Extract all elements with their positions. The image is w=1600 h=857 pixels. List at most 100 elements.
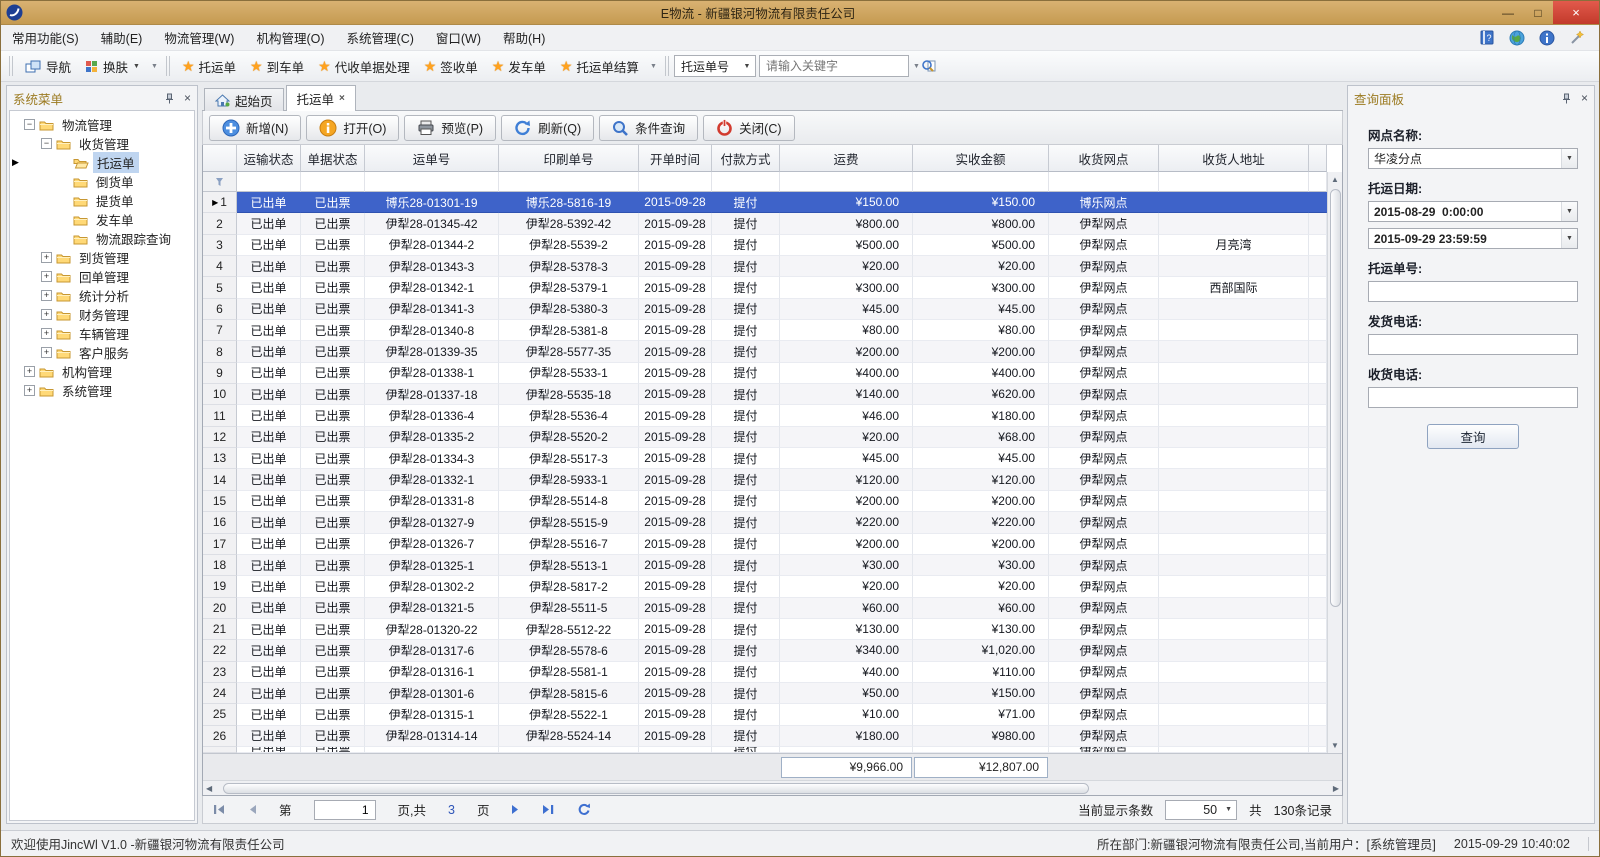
vertical-scrollbar[interactable]: ▲ ▼ (1327, 172, 1342, 753)
filter-cell[interactable] (301, 172, 365, 192)
tree-item[interactable]: 物流跟踪查询 (10, 229, 194, 248)
filter-cell[interactable] (1049, 172, 1159, 192)
column-header[interactable]: 开单时间 (639, 145, 712, 172)
tree-item[interactable]: ▶托运单 (10, 153, 194, 172)
skin-button[interactable]: 换肤 ▼ (78, 54, 147, 78)
filter-cell[interactable] (639, 172, 712, 192)
favorite-button[interactable]: ★到车单 (243, 54, 311, 78)
table-row[interactable]: 10已出单已出票伊犁28-01337-18伊犁28-5535-182015-09… (203, 384, 1327, 405)
tree-item[interactable]: +系统管理 (10, 381, 194, 400)
tree-item[interactable]: 发车单 (10, 210, 194, 229)
favorite-button[interactable]: ★代收单据处理 (311, 54, 417, 78)
table-row[interactable]: ▶1已出单已出票博乐28-01301-19博乐28-5816-192015-09… (203, 192, 1327, 213)
close-button[interactable]: 关闭(C) (703, 115, 794, 141)
tree-item[interactable]: +客户服务 (10, 343, 194, 362)
navigation-button[interactable]: 导航 (18, 54, 78, 78)
page-size-select[interactable]: 50 ▼ (1165, 800, 1237, 820)
table-row[interactable]: 24已出单已出票伊犁28-01301-6伊犁28-5815-62015-09-2… (203, 683, 1327, 704)
first-page-button[interactable] (213, 804, 226, 815)
table-row[interactable]: 2已出单已出票伊犁28-01345-42伊犁28-5392-422015-09-… (203, 213, 1327, 234)
tree-item[interactable]: 提货单 (10, 191, 194, 210)
table-row[interactable]: 3已出单已出票伊犁28-01344-2伊犁28-5539-22015-09-28… (203, 235, 1327, 256)
expand-icon[interactable]: + (41, 271, 52, 282)
wand-icon[interactable] (1569, 30, 1585, 45)
date-select[interactable]: 2015-08-29 0:00:00▼ (1368, 201, 1578, 222)
filter-cell[interactable] (780, 172, 913, 192)
query-text-input[interactable] (1368, 334, 1578, 355)
favorite-button[interactable]: ★发车单 (485, 54, 553, 78)
branch-select[interactable]: 华凌分点▼ (1368, 148, 1578, 169)
tree-item[interactable]: +到货管理 (10, 248, 194, 267)
expand-icon[interactable]: + (41, 252, 52, 263)
open-button[interactable]: 打开(O) (306, 115, 399, 141)
expand-icon[interactable]: + (24, 385, 35, 396)
table-row[interactable]: 15已出单已出票伊犁28-01331-8伊犁28-5514-82015-09-2… (203, 491, 1327, 512)
expand-icon[interactable]: + (41, 290, 52, 301)
filter-cell[interactable] (365, 172, 499, 192)
menu-item[interactable]: 系统管理(C) (336, 25, 425, 50)
tab-consignment[interactable]: 托运单 × (286, 85, 356, 111)
last-page-button[interactable] (542, 804, 555, 815)
add-button[interactable]: 新增(N) (209, 115, 301, 141)
query-text-input[interactable] (1368, 281, 1578, 302)
scroll-right-icon[interactable]: ▶ (1333, 781, 1339, 796)
tree-item[interactable]: +统计分析 (10, 286, 194, 305)
tree-item[interactable]: +车辆管理 (10, 324, 194, 343)
table-row[interactable]: 16已出单已出票伊犁28-01327-9伊犁28-5515-92015-09-2… (203, 512, 1327, 533)
page-number-input[interactable] (314, 800, 376, 820)
column-header[interactable]: 实收金额 (913, 145, 1049, 172)
table-row[interactable]: 17已出单已出票伊犁28-01326-7伊犁28-5516-72015-09-2… (203, 534, 1327, 555)
table-row[interactable]: 11已出单已出票伊犁28-01336-4伊犁28-5536-42015-09-2… (203, 405, 1327, 426)
table-row[interactable]: 18已出单已出票伊犁28-01325-1伊犁28-5513-12015-09-2… (203, 555, 1327, 576)
refresh-page-button[interactable] (577, 803, 591, 816)
expand-icon[interactable]: + (41, 328, 52, 339)
tab-close-icon[interactable]: × (339, 93, 345, 104)
horizontal-scroll-thumb[interactable] (223, 783, 1089, 794)
table-row[interactable]: 8已出单已出票伊犁28-01339-35伊犁28-5577-352015-09-… (203, 341, 1327, 362)
collapse-icon[interactable]: − (24, 119, 35, 130)
tree-item[interactable]: +回单管理 (10, 267, 194, 286)
horizontal-scrollbar[interactable]: ◀ ▶ (203, 780, 1342, 795)
search-input[interactable] (760, 59, 921, 73)
table-row[interactable]: 22已出单已出票伊犁28-01317-6伊犁28-5578-62015-09-2… (203, 640, 1327, 661)
panel-close-icon[interactable]: × (1581, 91, 1588, 105)
tree-item[interactable]: +机构管理 (10, 362, 194, 381)
menu-item[interactable]: 物流管理(W) (153, 25, 245, 50)
filter-cell[interactable] (913, 172, 1049, 192)
expand-icon[interactable]: + (41, 347, 52, 358)
expand-icon[interactable]: + (41, 309, 52, 320)
tree-item[interactable]: +财务管理 (10, 305, 194, 324)
table-row[interactable]: 14已出单已出票伊犁28-01332-1伊犁28-5933-12015-09-2… (203, 469, 1327, 490)
tab-start-page[interactable]: 起始页 (204, 88, 284, 111)
minimize-button[interactable]: — (1493, 1, 1523, 24)
close-button[interactable]: × (1553, 1, 1599, 24)
date-select[interactable]: 2015-09-29 23:59:59▼ (1368, 228, 1578, 249)
menu-item[interactable]: 机构管理(O) (245, 25, 335, 50)
column-header[interactable]: 运费 (780, 145, 913, 172)
restore-button[interactable]: □ (1523, 1, 1553, 24)
collapse-icon[interactable]: − (41, 138, 52, 149)
scroll-left-icon[interactable]: ◀ (206, 781, 212, 796)
table-row[interactable]: 21已出单已出票伊犁28-01320-22伊犁28-5512-222015-09… (203, 619, 1327, 640)
tree-item[interactable]: −收货管理 (10, 134, 194, 153)
tree-item[interactable]: 倒货单 (10, 172, 194, 191)
filter-cell[interactable] (499, 172, 639, 192)
column-header[interactable]: 收货网点 (1049, 145, 1159, 172)
column-header[interactable]: 收货人地址 (1159, 145, 1309, 172)
column-header[interactable]: 付款方式 (712, 145, 780, 172)
filter-cell[interactable] (1159, 172, 1309, 192)
filter-cell[interactable] (237, 172, 301, 192)
favorite-button[interactable]: ★托运单 (175, 54, 243, 78)
preview-button[interactable]: 预览(P) (404, 115, 496, 141)
menu-item[interactable]: 常用功能(S) (1, 25, 90, 50)
table-row[interactable]: 12已出单已出票伊犁28-01335-2伊犁28-5520-22015-09-2… (203, 427, 1327, 448)
query-button[interactable]: 条件查询 (599, 115, 698, 141)
tree-item[interactable]: −物流管理 (10, 115, 194, 134)
toolbar-overflow-button[interactable]: ▼ (147, 55, 162, 77)
column-header[interactable]: 运单号 (365, 145, 499, 172)
toolbar-overflow-button[interactable]: ▼ (909, 55, 924, 77)
vertical-scroll-thumb[interactable] (1330, 189, 1341, 607)
table-row[interactable]: 20已出单已出票伊犁28-01321-5伊犁28-5511-52015-09-2… (203, 598, 1327, 619)
query-search-button[interactable]: 查询 (1427, 424, 1519, 449)
table-row[interactable]: 23已出单已出票伊犁28-01316-1伊犁28-5581-12015-09-2… (203, 662, 1327, 683)
